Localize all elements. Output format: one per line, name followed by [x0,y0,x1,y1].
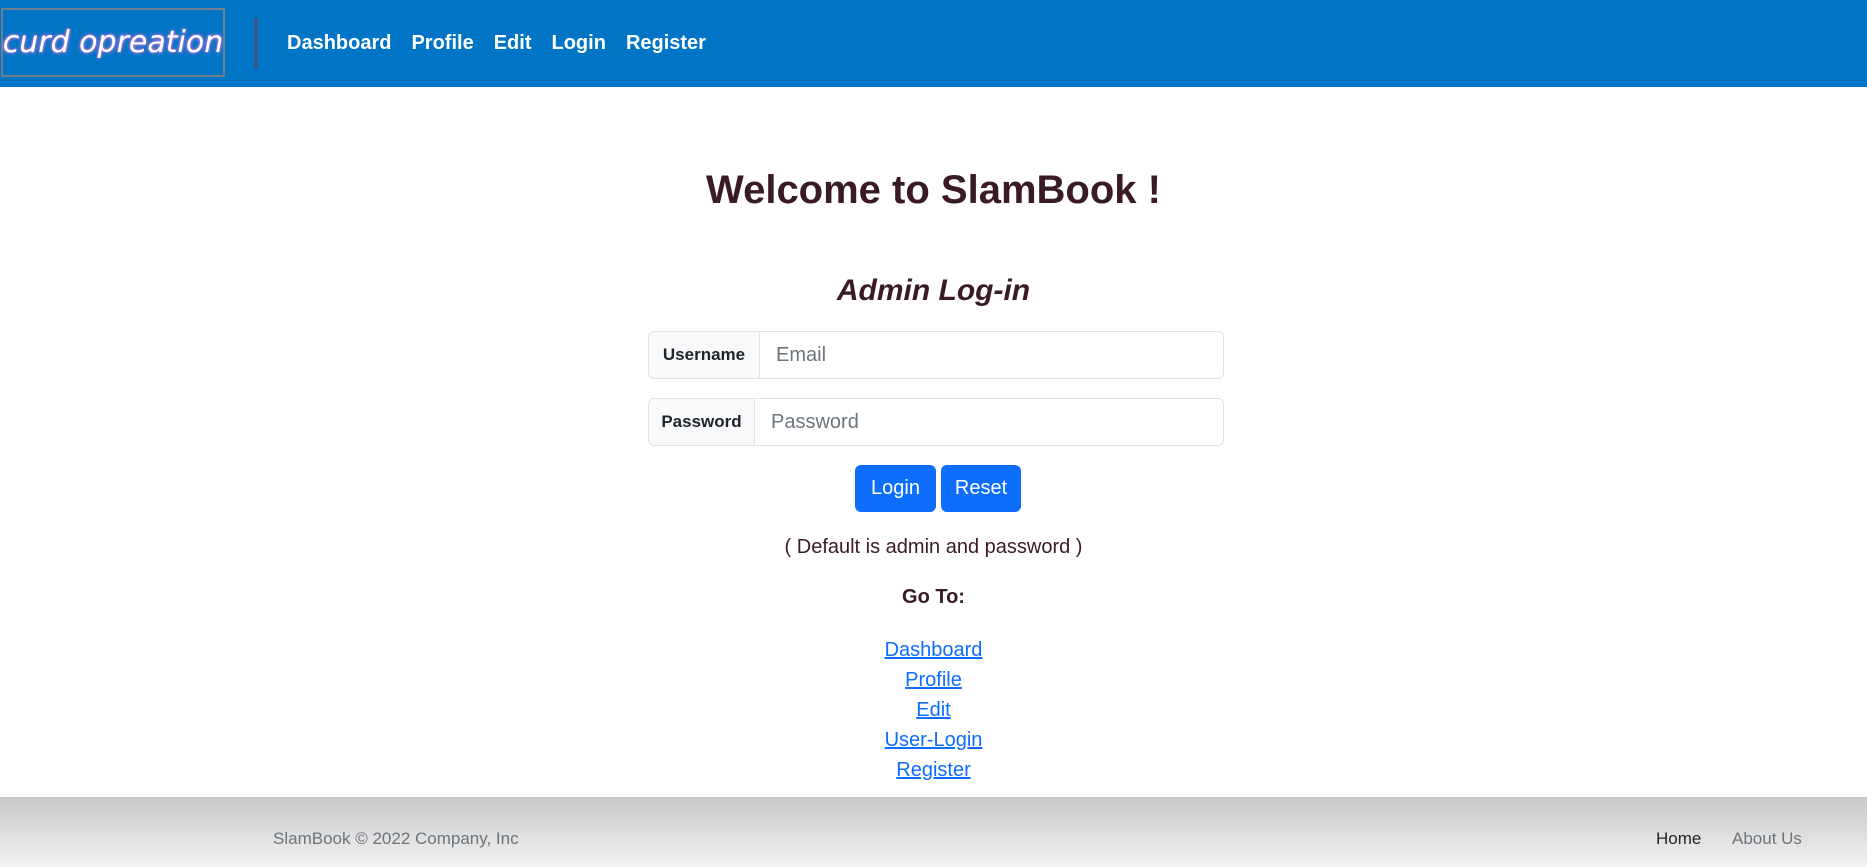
goto-link-profile[interactable]: Profile [0,665,1867,695]
password-label: Password [649,399,755,445]
goto-links-list: Dashboard Profile Edit User-Login Regist… [0,635,1867,785]
goto-link-register[interactable]: Register [0,755,1867,785]
top-navbar: curd opreation Dashboard Profile Edit Lo… [0,0,1867,87]
nav-link-profile[interactable]: Profile [411,32,473,55]
footer-copyright: SlamBook © 2022 Company, Inc [273,829,519,848]
goto-link-edit[interactable]: Edit [0,695,1867,725]
page-title: Welcome to SlamBook ! [706,168,1161,212]
nav-links: Dashboard Profile Edit Login Register [287,0,706,87]
goto-link-dashboard[interactable]: Dashboard [0,635,1867,665]
username-input[interactable] [760,332,1223,378]
username-input-group: Username [648,331,1224,379]
nav-link-dashboard[interactable]: Dashboard [287,32,391,55]
footer-link-about[interactable]: About Us [1732,829,1802,849]
footer-link-home[interactable]: Home [1656,829,1701,849]
login-subtitle: Admin Log-in [836,274,1031,307]
nav-link-edit[interactable]: Edit [494,32,532,55]
nav-link-register[interactable]: Register [626,32,706,55]
brand-text: curd opreation [2,25,224,60]
username-label: Username [649,332,760,378]
footer: SlamBook © 2022 Company, Inc Home About … [0,797,1867,867]
login-button[interactable]: Login [855,465,936,512]
nav-divider [255,18,257,68]
reset-button[interactable]: Reset [941,465,1021,512]
brand-logo[interactable]: curd opreation [1,8,225,77]
password-input-group: Password [648,398,1224,446]
default-credentials-note: ( Default is admin and password ) [784,536,1083,558]
goto-link-user-login[interactable]: User-Login [0,725,1867,755]
nav-link-login[interactable]: Login [552,32,606,55]
password-input[interactable] [755,399,1223,445]
goto-label: Go To: [902,586,965,608]
